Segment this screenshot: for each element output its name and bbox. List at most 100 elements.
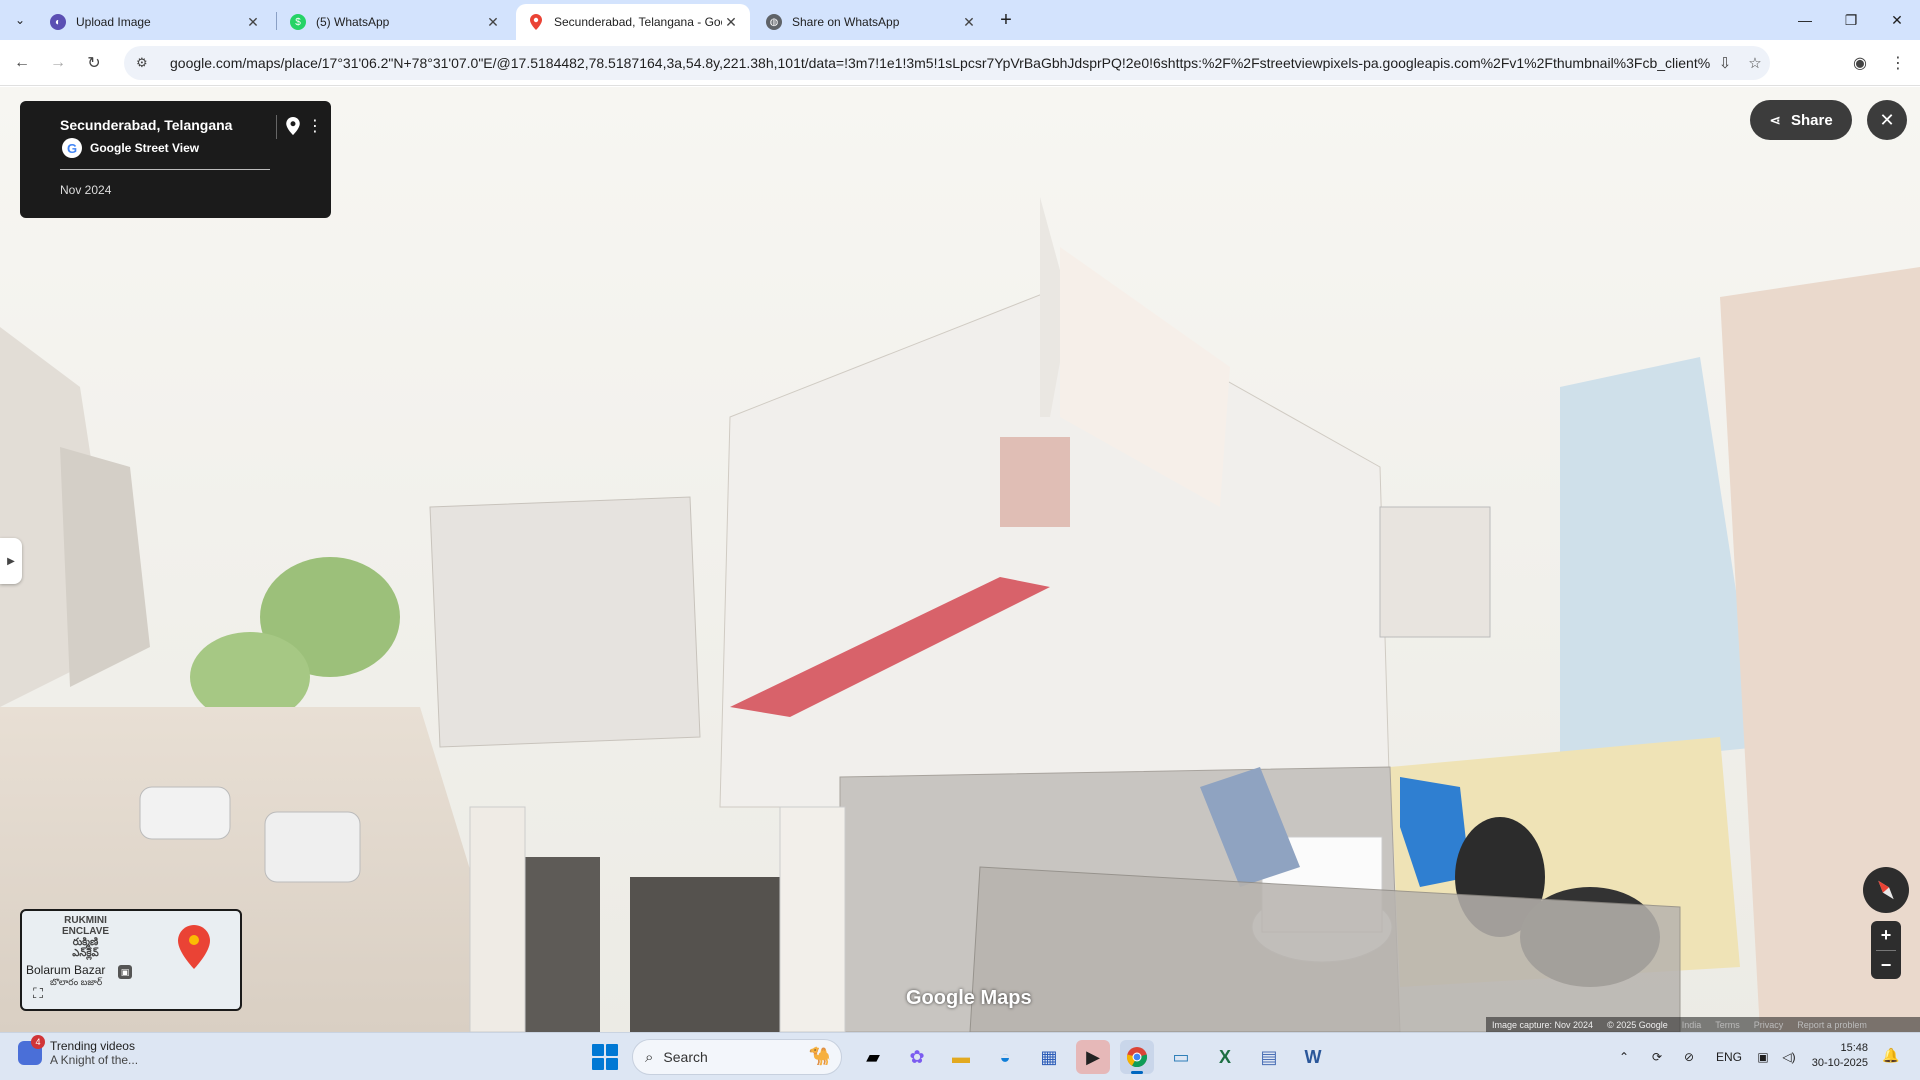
country-link[interactable]: India xyxy=(1682,1020,1702,1030)
copilot-icon: ✿ xyxy=(909,1046,925,1067)
copyright-label: © 2025 Google xyxy=(1607,1019,1668,1030)
tab-strip: ⌄ ◐ Upload Image ✕ $ (5) WhatsApp ✕ Secu… xyxy=(0,0,1920,40)
new-tab-button[interactable]: + xyxy=(994,8,1018,32)
language-indicator[interactable]: ENG xyxy=(1714,1045,1744,1069)
profile-button[interactable]: ◉ xyxy=(1846,49,1874,77)
window-close-button[interactable]: ✕ xyxy=(1874,0,1920,40)
zoom-control: + − xyxy=(1871,921,1901,979)
close-icon[interactable]: ✕ xyxy=(722,13,740,31)
panorama-image xyxy=(0,87,1920,1032)
url-text[interactable]: google.com/maps/place/17°31'06.2"N+78°31… xyxy=(156,55,1710,71)
excel-button[interactable]: X xyxy=(1208,1040,1242,1074)
monitor-icon: ▭ xyxy=(1172,1046,1190,1067)
network-off-icon[interactable]: ⊘ xyxy=(1678,1045,1700,1069)
tab-title: Upload Image xyxy=(76,15,151,29)
bookmark-star-icon[interactable]: ☆ xyxy=(1740,48,1770,78)
edge-icon: ◒ xyxy=(999,1046,1011,1067)
chrome-button[interactable] xyxy=(1120,1040,1154,1074)
terminal-button[interactable]: ▶ xyxy=(1076,1040,1110,1074)
tab-share-whatsapp[interactable]: ◍ Share on WhatsApp ✕ xyxy=(754,4,988,40)
restore-button[interactable]: ❐ xyxy=(1828,0,1874,40)
report-problem-link[interactable]: Report a problem xyxy=(1797,1020,1867,1030)
chevron-right-icon: ▶ xyxy=(7,555,15,567)
back-button[interactable]: ← xyxy=(8,49,36,77)
minimap-area-label: RUKMINI ENCLAVE రుక్మిణి ఎన్‌క్లేవ్ xyxy=(62,915,109,959)
image-capture-label: Image capture: Nov 2024 xyxy=(1492,1019,1594,1030)
windows-logo-icon xyxy=(592,1044,604,1056)
tab-whatsapp[interactable]: $ (5) WhatsApp ✕ xyxy=(278,4,512,40)
more-options-icon[interactable]: ⋮ xyxy=(307,115,323,137)
street-view-panorama[interactable]: Secunderabad, Telangana ⋮ G Google Stree… xyxy=(0,87,1920,1032)
calculator-icon: ▤ xyxy=(1260,1046,1278,1067)
tab-upload-image[interactable]: ◐ Upload Image ✕ xyxy=(38,4,272,40)
reload-icon: ↻ xyxy=(87,55,101,72)
windows-logo-icon xyxy=(592,1058,604,1070)
browser-toolbar: ← → ↻ ⚙ google.com/maps/place/17°31'06.2… xyxy=(0,40,1920,86)
privacy-link[interactable]: Privacy xyxy=(1754,1020,1784,1030)
site-info-icon[interactable]: ⚙ xyxy=(136,55,156,71)
file-explorer-button[interactable]: ▬ xyxy=(944,1040,978,1074)
install-app-icon[interactable]: ⇩ xyxy=(1710,48,1740,78)
profile-icon: ◉ xyxy=(1853,55,1867,72)
news-widget[interactable]: 4 Trending videos A Knight of the... xyxy=(18,1035,138,1067)
maps-pin-icon xyxy=(528,14,544,30)
wifi-icon[interactable]: ▣ xyxy=(1752,1045,1774,1069)
windows-logo-icon xyxy=(606,1058,618,1070)
zoom-in-button[interactable]: + xyxy=(1871,921,1901,950)
minimap-place-local-label: బొలారం బజార్ xyxy=(50,977,103,987)
compass-icon xyxy=(1878,880,1894,900)
excel-icon: X xyxy=(1218,1046,1231,1067)
minimize-button[interactable]: — xyxy=(1782,0,1828,40)
windows-logo-icon xyxy=(606,1044,618,1056)
compass-control[interactable] xyxy=(1863,867,1909,913)
copilot-button[interactable]: ✿ xyxy=(900,1040,934,1074)
edge-button[interactable]: ◒ xyxy=(988,1040,1022,1074)
address-bar[interactable]: ⚙ google.com/maps/place/17°31'06.2"N+78°… xyxy=(124,46,1770,80)
divider xyxy=(60,169,270,170)
location-pin-icon[interactable] xyxy=(283,115,303,137)
google-maps-watermark: Google Maps xyxy=(906,987,1032,1009)
expand-map-icon[interactable]: ⛶ xyxy=(28,983,48,1003)
active-indicator xyxy=(1131,1071,1143,1074)
remote-desktop-button[interactable]: ▭ xyxy=(1164,1040,1198,1074)
tab-search-button[interactable]: ⌄ xyxy=(6,6,34,34)
tab-title: Share on WhatsApp xyxy=(792,15,900,29)
close-street-view-button[interactable]: ✕ xyxy=(1867,100,1907,140)
close-icon[interactable]: ✕ xyxy=(960,13,978,31)
start-button[interactable] xyxy=(592,1044,618,1070)
notification-bell-icon[interactable]: 🔔 xyxy=(1882,1047,1899,1064)
search-label: Search xyxy=(663,1049,708,1065)
search-icon: ⌕ xyxy=(645,1048,654,1066)
tray-overflow-button[interactable]: ⌃ xyxy=(1614,1045,1634,1069)
word-button[interactable]: W xyxy=(1296,1040,1330,1074)
taskbar-search[interactable]: ⌕ Search 🐪 xyxy=(632,1039,842,1075)
reload-button[interactable]: ↻ xyxy=(80,49,108,77)
close-icon[interactable]: ✕ xyxy=(484,13,502,31)
terms-link[interactable]: Terms xyxy=(1715,1020,1740,1030)
kebab-menu-icon: ⋮ xyxy=(1890,55,1906,72)
tab-title: (5) WhatsApp xyxy=(316,15,390,29)
widgets-icon: 4 xyxy=(18,1035,45,1065)
notification-badge: 4 xyxy=(31,1035,45,1049)
minimap[interactable]: RUKMINI ENCLAVE రుక్మిణి ఎన్‌క్లేవ్ Bola… xyxy=(20,909,242,1011)
divider xyxy=(276,115,277,139)
task-view-button[interactable]: ▰ xyxy=(856,1040,890,1074)
share-button[interactable]: ⋖ Share xyxy=(1750,100,1852,140)
side-panel-toggle[interactable]: ▶ xyxy=(0,538,22,584)
place-title: Secunderabad, Telangana xyxy=(60,117,233,133)
folder-icon: ▬ xyxy=(952,1046,970,1067)
system-clock[interactable]: 15:48 30-10-2025 xyxy=(1808,1041,1868,1071)
sync-status-icon[interactable]: ⟳ xyxy=(1646,1045,1668,1069)
zoom-out-button[interactable]: − xyxy=(1871,951,1901,980)
task-view-icon: ▰ xyxy=(866,1046,880,1067)
forward-button[interactable]: → xyxy=(44,49,72,77)
close-icon[interactable]: ✕ xyxy=(244,13,262,31)
street-view-source: G Google Street View xyxy=(62,138,199,158)
menu-button[interactable]: ⋮ xyxy=(1884,49,1912,77)
volume-icon[interactable]: ◁) xyxy=(1778,1045,1800,1069)
store-button[interactable]: ▦ xyxy=(1032,1040,1066,1074)
area-line-1: RUKMINI xyxy=(64,915,107,926)
capture-date[interactable]: Nov 2024 xyxy=(60,183,111,197)
tab-google-maps[interactable]: Secunderabad, Telangana - Goo ✕ xyxy=(516,4,750,40)
calculator-button[interactable]: ▤ xyxy=(1252,1040,1286,1074)
